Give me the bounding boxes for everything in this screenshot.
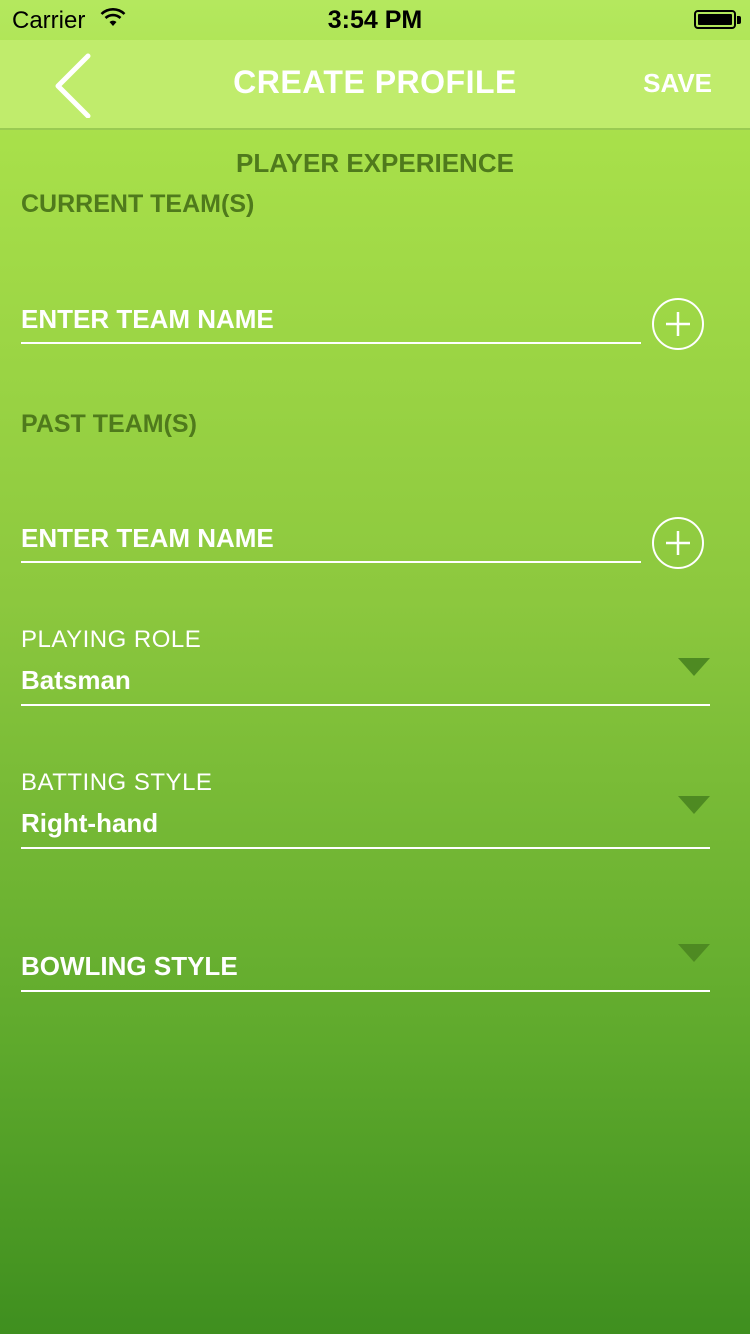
current-team-input[interactable]: ENTER TEAM NAME <box>21 294 641 344</box>
page-title: CREATE PROFILE <box>233 64 517 100</box>
plus-icon <box>666 312 690 336</box>
add-past-team-button[interactable] <box>652 517 704 569</box>
plus-icon <box>666 531 690 555</box>
past-team-input[interactable]: ENTER TEAM NAME <box>21 513 641 563</box>
current-teams-label: CURRENT TEAM(S) <box>21 190 255 218</box>
navigation-bar: CREATE PROFILE SAVE <box>0 40 750 130</box>
past-teams-label: PAST TEAM(S) <box>21 410 197 438</box>
batting-style-label: BATTING STYLE <box>21 769 213 796</box>
add-current-team-button[interactable] <box>652 298 704 350</box>
playing-role-value: Batsman <box>21 665 131 695</box>
battery-icon <box>694 10 736 29</box>
bowling-style-dropdown[interactable]: BOWLING STYLE <box>21 906 710 992</box>
status-time: 3:54 PM <box>327 6 423 34</box>
batting-style-dropdown[interactable]: BATTING STYLE Right-hand <box>21 763 710 849</box>
batting-style-value: Right-hand <box>21 808 159 838</box>
triangle-down-icon <box>678 944 710 962</box>
section-title-player-experience: PLAYER EXPERIENCE <box>236 148 514 178</box>
status-bar: Carrier 3:54 PM <box>0 0 750 40</box>
triangle-down-icon <box>678 658 710 676</box>
save-button[interactable]: SAVE <box>643 68 712 99</box>
battery-tip <box>737 16 741 24</box>
triangle-down-icon <box>678 796 710 814</box>
playing-role-dropdown[interactable]: PLAYING ROLE Batsman <box>21 620 710 706</box>
bowling-style-placeholder: BOWLING STYLE <box>21 951 238 981</box>
playing-role-label: PLAYING ROLE <box>21 626 202 653</box>
